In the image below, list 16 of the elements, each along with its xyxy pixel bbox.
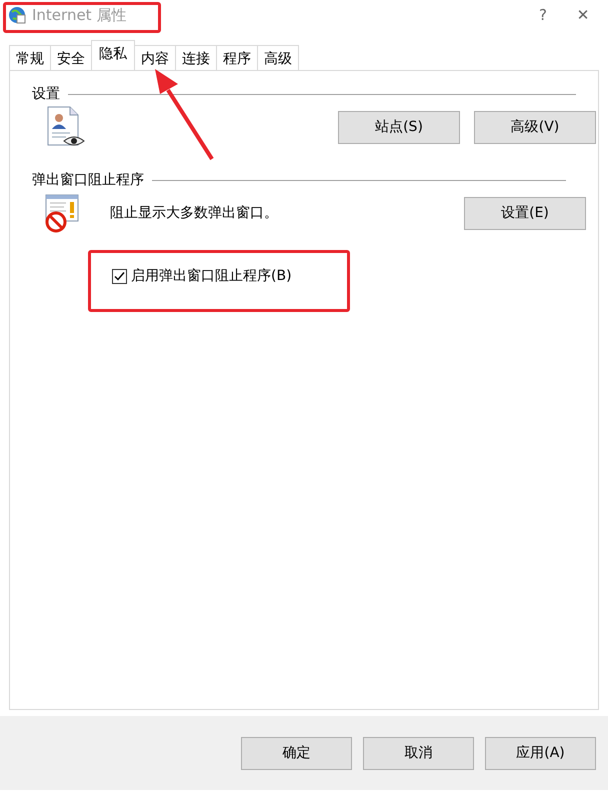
close-button[interactable]: ✕ — [566, 5, 600, 25]
help-button[interactable]: ? — [526, 5, 560, 25]
checkbox[interactable]: 启用弹出窗口阻止程序(B) — [112, 267, 292, 285]
dialog-button[interactable]: 高级(V) — [474, 110, 596, 144]
tab[interactable]: 高级 — [257, 45, 299, 70]
dialog-button[interactable]: 站点(S) — [338, 110, 460, 144]
dialog-button[interactable]: 确定 — [241, 736, 352, 770]
tab[interactable]: 常规 — [9, 45, 51, 70]
window-title: Internet 属性 — [32, 6, 126, 24]
description-text: 阻止显示大多数弹出窗口。 — [110, 204, 279, 222]
group-title: 弹出窗口阻止程序 — [32, 171, 144, 189]
group-title: 设置 — [32, 85, 60, 103]
globe-icon — [8, 6, 26, 24]
dialog-button[interactable]: 取消 — [363, 736, 474, 770]
dialog-button[interactable]: 应用(A) — [485, 736, 596, 770]
dialog-button[interactable]: 设置(E) — [464, 196, 586, 230]
